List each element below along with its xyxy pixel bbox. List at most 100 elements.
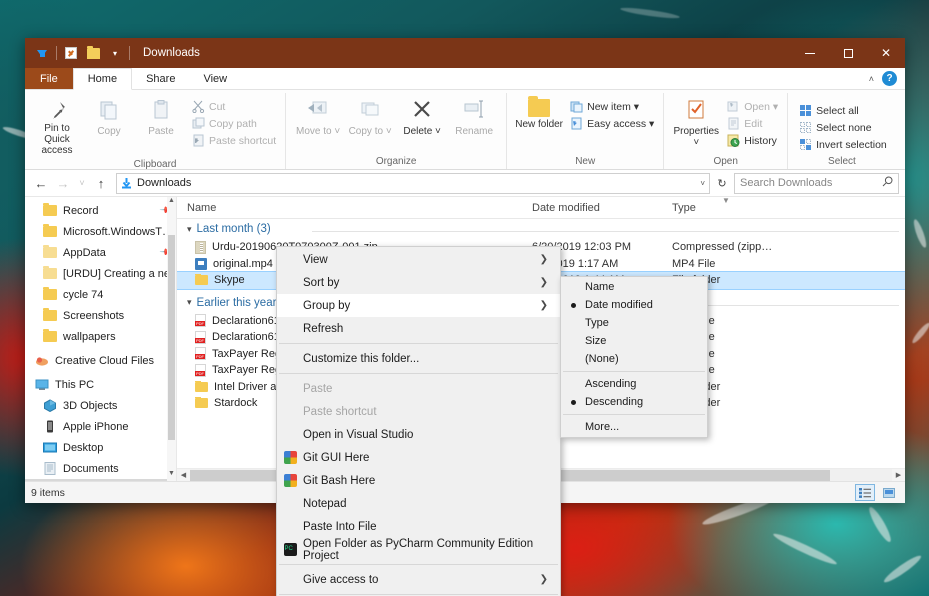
search-placeholder: Search Downloads xyxy=(740,177,832,189)
sidebar-item-wallpapers[interactable]: wallpapers xyxy=(25,326,176,347)
sidebar-item-desktop[interactable]: Desktop xyxy=(25,437,176,458)
column-header-type[interactable]: Type xyxy=(662,202,802,214)
menu-item-sort-by[interactable]: Sort by ❯ xyxy=(277,271,560,294)
sidebar-item-apple-iphone[interactable]: Apple iPhone xyxy=(25,416,176,437)
paste-shortcut-button[interactable]: Paste shortcut xyxy=(189,132,279,149)
sidebar-item-microsoft-windowst[interactable]: Microsoft.WindowsT… 📌 xyxy=(25,221,176,242)
search-input[interactable]: Search Downloads xyxy=(734,173,899,194)
sidebar-item-3d-objects[interactable]: 3D Objects xyxy=(25,395,176,416)
submenu-item-type[interactable]: Type xyxy=(561,314,707,332)
sidebar-item-appdata[interactable]: AppData 📌 xyxy=(25,242,176,263)
tab-home[interactable]: Home xyxy=(73,68,132,90)
submenu-item-date-modified[interactable]: Date modified xyxy=(561,296,707,314)
menu-item-refresh[interactable]: Refresh xyxy=(277,317,560,340)
new-item-button[interactable]: New item ▾ xyxy=(567,98,657,115)
nav-pane-scrollbar[interactable]: ▲ ▼ xyxy=(167,197,176,481)
menu-item-notepad[interactable]: Notepad xyxy=(277,492,560,515)
back-button[interactable]: ← xyxy=(31,173,51,193)
delete-button[interactable]: Delete ˅ xyxy=(396,96,448,140)
sidebar-item-cycle-74[interactable]: cycle 74 xyxy=(25,284,176,305)
collapse-ribbon-icon[interactable]: ˄ xyxy=(869,74,874,84)
sidebar-item-creative-cloud-files[interactable]: Creative Cloud Files xyxy=(25,350,176,371)
invert-selection-button[interactable]: Invert selection xyxy=(796,136,890,153)
new-folder-icon[interactable] xyxy=(82,42,104,64)
group-header-last-month[interactable]: ▾ Last month (3) xyxy=(177,219,905,239)
scroll-right-arrow-icon[interactable]: ▶ xyxy=(892,471,905,479)
menu-item-give-access-to[interactable]: Give access to ❯ xyxy=(277,568,560,591)
close-button[interactable]: ✕ xyxy=(867,38,905,68)
menu-item-open-folder-as-pycharm-project[interactable]: Open Folder as PyCharm Community Edition… xyxy=(277,538,560,561)
tab-view[interactable]: View xyxy=(189,68,241,89)
menu-separator xyxy=(279,564,558,565)
address-field[interactable]: Downloads ˅ xyxy=(116,173,710,194)
properties-button[interactable]: Properties ˅ xyxy=(670,96,722,151)
select-none-button[interactable]: Select none xyxy=(796,119,890,136)
easy-access-button[interactable]: Easy access ▾ xyxy=(567,115,657,132)
tab-share[interactable]: Share xyxy=(132,68,189,89)
scissors-icon xyxy=(192,100,205,113)
file-type-cell: Compressed (zipp… xyxy=(662,241,802,253)
menu-item-customize-this-folder[interactable]: Customize this folder... xyxy=(277,347,560,370)
menu-item-label: Give access to xyxy=(303,574,540,586)
new-folder-button[interactable]: New folder xyxy=(513,96,565,133)
sidebar-item-documents[interactable]: Documents xyxy=(25,458,176,479)
refresh-button[interactable]: ↻ xyxy=(712,173,732,194)
submenu-item-descending[interactable]: Descending xyxy=(561,393,707,411)
menu-item-paste-into-file[interactable]: Paste Into File xyxy=(277,515,560,538)
move-to-button[interactable]: Move to ˅ xyxy=(292,96,344,140)
maximize-button[interactable] xyxy=(829,38,867,68)
submenu-item-size[interactable]: Size xyxy=(561,332,707,350)
copy-to-button[interactable]: Copy to ˅ xyxy=(344,96,396,140)
recent-locations-button[interactable]: ˅ xyxy=(75,173,89,193)
tab-file[interactable]: File xyxy=(25,68,73,89)
button-label: Copy xyxy=(97,126,120,137)
scroll-up-arrow-icon[interactable]: ▲ xyxy=(167,197,176,208)
cut-button[interactable]: Cut xyxy=(189,98,279,115)
submenu-item-ascending[interactable]: Ascending xyxy=(561,375,707,393)
button-label: Paste shortcut xyxy=(209,135,276,147)
sidebar-item-this-pc[interactable]: This PC xyxy=(25,374,176,395)
help-icon[interactable]: ? xyxy=(882,71,897,86)
copy-path-button[interactable]: Copy path xyxy=(189,115,279,132)
forward-button[interactable]: → xyxy=(53,173,73,193)
history-button[interactable]: History xyxy=(724,132,781,149)
git-icon xyxy=(277,474,303,487)
scroll-down-arrow-icon[interactable]: ▼ xyxy=(167,470,176,481)
edit-button[interactable]: Edit xyxy=(724,115,781,132)
sidebar-item-record[interactable]: Record 📌 xyxy=(25,200,176,221)
scrollbar-thumb[interactable] xyxy=(168,235,175,440)
button-label: Select all xyxy=(816,105,859,117)
paste-button[interactable]: Paste xyxy=(135,96,187,140)
submenu-item-none[interactable]: (None) xyxy=(561,350,707,368)
pin-to-quick-access-button[interactable]: Pin to Quick access xyxy=(31,96,83,159)
menu-item-git-bash-here[interactable]: Git Bash Here xyxy=(277,469,560,492)
properties-checkbox-icon[interactable] xyxy=(60,42,82,64)
scroll-left-arrow-icon[interactable]: ◀ xyxy=(177,471,190,479)
sidebar-item-urdu-creating-a-new[interactable]: [URDU] Creating a new … xyxy=(25,263,176,284)
large-icons-view-button[interactable] xyxy=(879,484,899,501)
menu-item-git-gui-here[interactable]: Git GUI Here xyxy=(277,446,560,469)
column-header-date-modified[interactable]: Date modified xyxy=(522,202,662,214)
download-arrow-icon[interactable] xyxy=(31,42,53,64)
up-button[interactable]: ↑ xyxy=(91,173,111,193)
chevron-down-icon[interactable]: ▾ xyxy=(187,224,192,235)
rename-button[interactable]: Rename xyxy=(448,96,500,140)
details-view-button[interactable] xyxy=(855,484,875,501)
select-all-button[interactable]: Select all xyxy=(796,102,890,119)
sidebar-item-downloads[interactable]: Downloads xyxy=(25,479,176,481)
chevron-down-icon[interactable]: ▾ xyxy=(187,297,192,308)
submenu-item-more[interactable]: More... xyxy=(561,418,707,436)
title-bar[interactable]: ▾ Downloads ✕ xyxy=(25,38,905,68)
chevron-down-icon[interactable]: ▾ xyxy=(104,42,126,64)
copy-button[interactable]: Copy xyxy=(83,96,135,140)
column-header-name[interactable]: Name xyxy=(177,202,522,214)
sidebar-item-screenshots[interactable]: Screenshots xyxy=(25,305,176,326)
sidebar-item-label: AppData xyxy=(63,247,106,259)
menu-item-open-in-visual-studio[interactable]: Open in Visual Studio xyxy=(277,423,560,446)
open-button[interactable]: Open ▾ xyxy=(724,98,781,115)
menu-item-view[interactable]: View ❯ xyxy=(277,248,560,271)
submenu-item-name[interactable]: Name xyxy=(561,278,707,296)
minimize-button[interactable] xyxy=(791,38,829,68)
menu-item-group-by[interactable]: Group by ❯ xyxy=(277,294,560,317)
chevron-down-icon[interactable]: ˅ xyxy=(700,179,705,188)
